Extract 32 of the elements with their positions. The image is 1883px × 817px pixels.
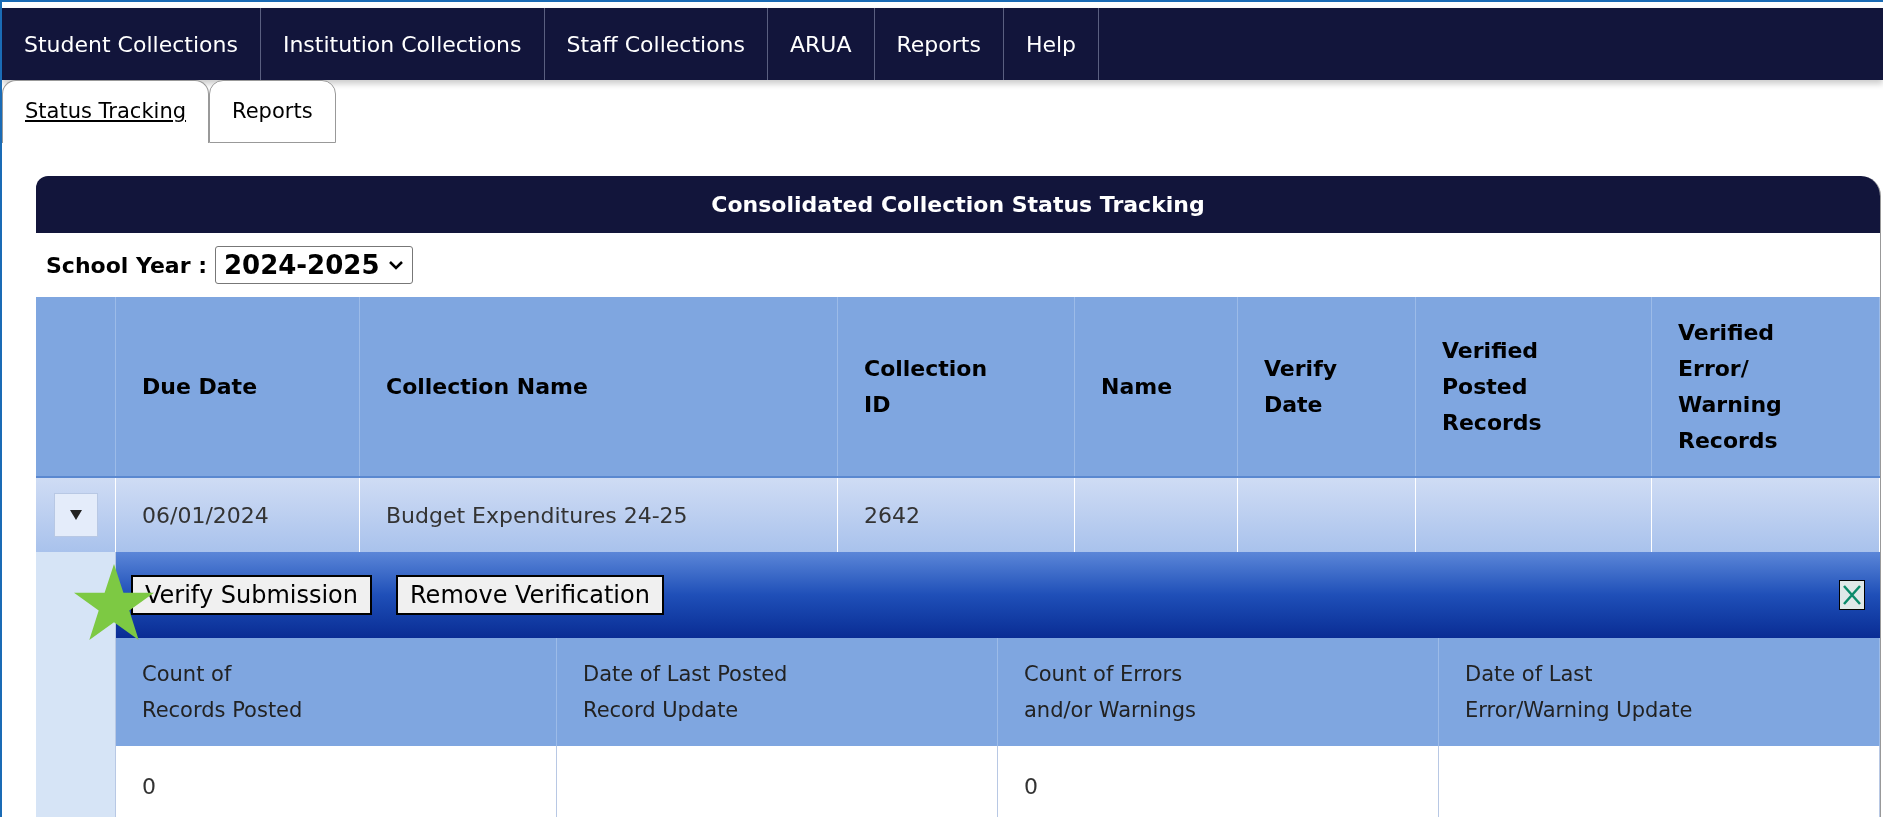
column-header: Verified Error/ Warning Records — [1678, 318, 1783, 455]
tab[interactable]: Status Tracking — [2, 80, 210, 143]
tab[interactable]: Reports — [209, 80, 336, 143]
school-year-label: School Year : — [46, 251, 207, 280]
nav-menu-item[interactable]: ARUA — [768, 8, 875, 80]
column-header: Due Date — [142, 372, 258, 401]
column-header: Date of Last Posted Record Update — [583, 661, 789, 724]
school-year-dropdown[interactable]: 2024-2025 — [214, 246, 413, 284]
nav-menu-item[interactable]: Help — [1003, 8, 1100, 80]
column-header: Count of Records Posted — [142, 661, 304, 724]
table-cell-text: 06/01/2024 — [142, 501, 269, 530]
column-header: Date of Last Error/Warning Update — [1465, 661, 1694, 724]
column-header: Collection ID — [864, 354, 989, 419]
table-cell-text: 0 — [142, 772, 156, 801]
action-button[interactable]: Remove Verification — [396, 575, 664, 615]
table-cell-text: 2642 — [864, 501, 920, 530]
caret-down-icon — [69, 510, 82, 520]
chevron-down-icon — [387, 260, 404, 270]
column-header: Verify Date — [1264, 354, 1339, 419]
table-cell-text: 0 — [1024, 772, 1038, 801]
action-button[interactable]: Verify Submission — [131, 575, 372, 615]
column-header: Collection Name — [386, 372, 588, 401]
nav-menu-item[interactable]: Reports — [874, 8, 1004, 80]
close-button[interactable] — [1839, 580, 1865, 610]
close-icon — [1842, 583, 1862, 607]
table-cell-text: Budget Expenditures 24-25 — [386, 501, 688, 530]
column-header: Verified Posted Records — [1442, 336, 1543, 437]
column-header: Name — [1101, 372, 1173, 401]
panel-header: Consolidated Collection Status Tracking — [36, 176, 1880, 233]
expand-toggle[interactable] — [53, 493, 98, 537]
column-header: Count of Errors and/or Warnings — [1024, 661, 1198, 724]
nav-menu-item[interactable]: Staff Collections — [544, 8, 769, 80]
